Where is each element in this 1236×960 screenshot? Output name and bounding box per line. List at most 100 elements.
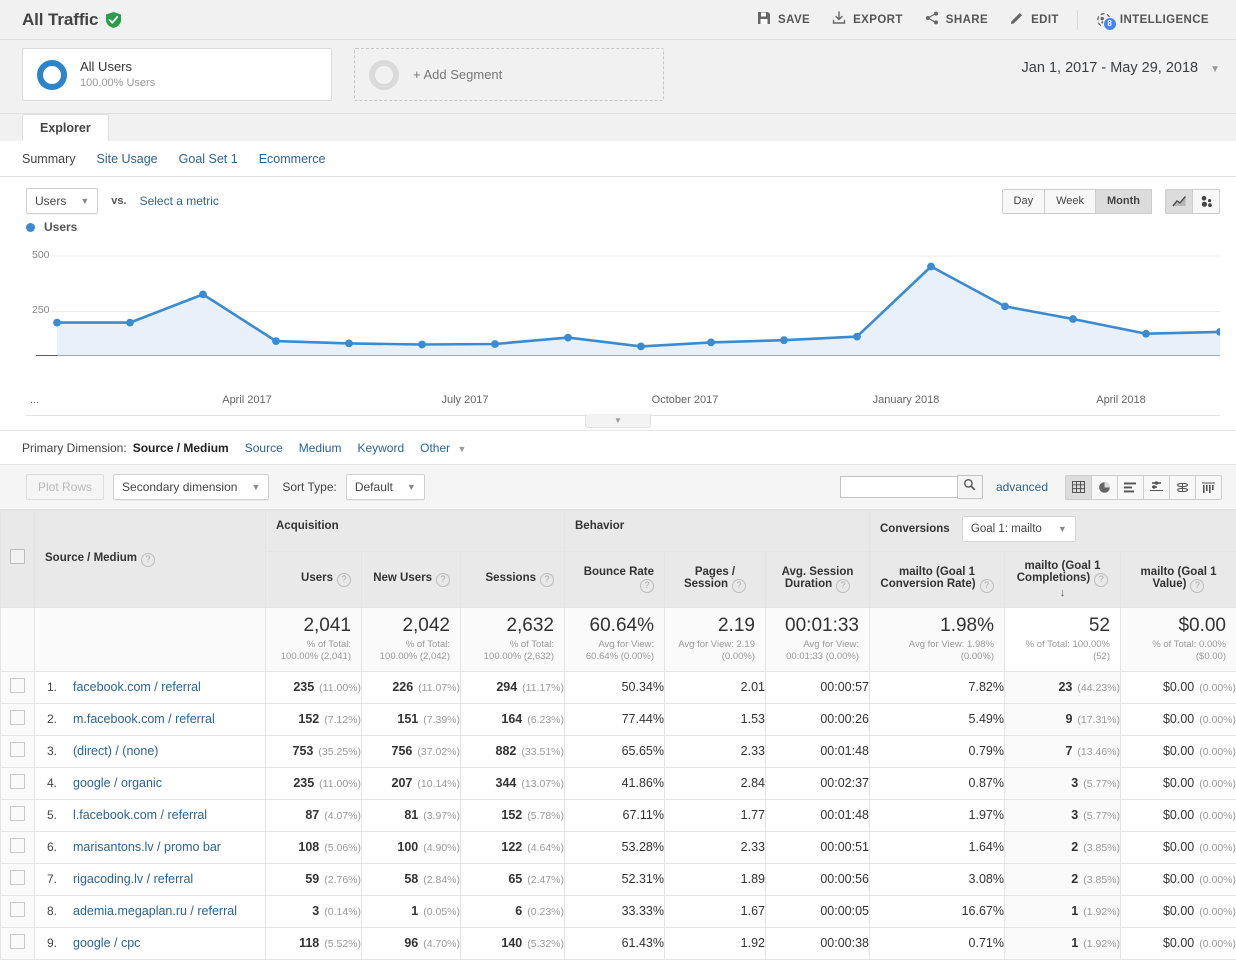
table-row[interactable]: 1.facebook.com / referral235(11.00%)226(… <box>1 671 1236 703</box>
search-input[interactable] <box>840 476 957 498</box>
subtab-goal-set-1[interactable]: Goal Set 1 <box>179 152 238 166</box>
row-select-cell[interactable] <box>1 703 35 735</box>
granularity-week[interactable]: Week <box>1044 189 1096 214</box>
column-header-avg-session-duration[interactable]: Avg. Session Duration? <box>766 552 870 608</box>
date-range-picker[interactable]: Jan 1, 2017 - May 29, 2018 ▼ <box>1022 48 1220 76</box>
row-select-cell[interactable] <box>1 735 35 767</box>
table-row[interactable]: 8.ademia.megaplan.ru / referral3(0.14%)1… <box>1 895 1236 927</box>
subtab-site-usage[interactable]: Site Usage <box>96 152 157 166</box>
search-button[interactable] <box>957 475 983 499</box>
table-row[interactable]: 5.l.facebook.com / referral87(4.07%)81(3… <box>1 799 1236 831</box>
primary-dimension-other[interactable]: Other ▼ <box>420 441 466 455</box>
row-dimension-link[interactable]: l.facebook.com / referral <box>73 808 207 822</box>
primary-dimension-medium[interactable]: Medium <box>299 441 342 455</box>
pie-view-icon[interactable] <box>1091 475 1118 500</box>
row-checkbox[interactable] <box>10 710 25 725</box>
column-header-goal-completions[interactable]: mailto (Goal 1 Completions)?↓ <box>1005 552 1121 608</box>
save-button[interactable]: SAVE <box>746 5 821 35</box>
chevron-down-icon: ▼ <box>251 482 260 492</box>
help-icon[interactable]: ? <box>980 579 994 593</box>
table-row[interactable]: 2.m.facebook.com / referral152(7.12%)151… <box>1 703 1236 735</box>
help-icon[interactable]: ? <box>540 573 554 587</box>
column-header-users[interactable]: Users? <box>266 552 362 608</box>
row-dimension-link[interactable]: (direct) / (none) <box>73 744 158 758</box>
help-icon[interactable]: ? <box>436 573 450 587</box>
column-header-pages-session[interactable]: Pages / Session? <box>665 552 766 608</box>
column-header-goal-value[interactable]: mailto (Goal 1 Value)? <box>1121 552 1236 608</box>
table-view-icon[interactable] <box>1065 475 1092 500</box>
row-select-cell[interactable] <box>1 927 35 959</box>
motion-chart-icon[interactable] <box>1192 189 1220 214</box>
row-checkbox[interactable] <box>10 678 25 693</box>
help-icon[interactable]: ? <box>337 573 351 587</box>
tab-explorer[interactable]: Explorer <box>22 114 109 141</box>
users-trend-chart[interactable]: 500 250 <box>26 242 1220 392</box>
select-a-metric-link[interactable]: Select a metric <box>140 194 219 208</box>
column-header-bounce-rate[interactable]: Bounce Rate? <box>565 552 665 608</box>
table-row[interactable]: 7.rigacoding.lv / referral59(2.76%)58(2.… <box>1 863 1236 895</box>
export-button[interactable]: EXPORT <box>821 5 914 35</box>
row-select-cell[interactable] <box>1 831 35 863</box>
help-icon[interactable]: ? <box>732 579 746 593</box>
metric-select[interactable]: Users ▼ <box>26 188 98 214</box>
intelligence-button[interactable]: 8 INTELLIGENCE <box>1085 5 1220 35</box>
table-row[interactable]: 3.(direct) / (none)753(35.25%)756(37.02%… <box>1 735 1236 767</box>
row-checkbox[interactable] <box>10 774 25 789</box>
edit-button[interactable]: EDIT <box>999 5 1070 35</box>
help-icon[interactable]: ? <box>141 553 155 567</box>
help-icon[interactable]: ? <box>1094 573 1108 587</box>
row-select-cell[interactable] <box>1 799 35 831</box>
column-header-source-medium[interactable]: Source / Medium? <box>35 511 266 608</box>
advanced-link[interactable]: advanced <box>996 480 1048 494</box>
row-checkbox[interactable] <box>10 934 25 949</box>
plot-rows-button[interactable]: Plot Rows <box>26 474 104 500</box>
table-row[interactable]: 9.google / cpc118(5.52%)96(4.70%)140(5.3… <box>1 927 1236 959</box>
row-dimension-link[interactable]: marisantons.lv / promo bar <box>73 840 221 854</box>
row-dimension-link[interactable]: facebook.com / referral <box>73 680 201 694</box>
add-segment-button[interactable]: + Add Segment <box>354 48 664 101</box>
table-row[interactable]: 6.marisantons.lv / promo bar108(5.06%)10… <box>1 831 1236 863</box>
row-checkbox[interactable] <box>10 838 25 853</box>
row-dimension-link[interactable]: google / organic <box>73 776 162 790</box>
help-icon[interactable]: ? <box>836 579 850 593</box>
bar-view-icon[interactable] <box>1117 475 1144 500</box>
performance-view-icon[interactable] <box>1195 475 1222 500</box>
row-dimension-link[interactable]: rigacoding.lv / referral <box>73 872 193 886</box>
row-select-cell[interactable] <box>1 863 35 895</box>
granularity-month[interactable]: Month <box>1095 189 1152 214</box>
help-icon[interactable]: ? <box>1190 579 1204 593</box>
row-goal-conversion-rate-value: 7.82% <box>969 680 1004 694</box>
column-header-goal-conversion-rate[interactable]: mailto (Goal 1 Conversion Rate)? <box>870 552 1005 608</box>
comparison-view-icon[interactable] <box>1143 475 1170 500</box>
primary-dimension-keyword[interactable]: Keyword <box>357 441 404 455</box>
subtab-ecommerce[interactable]: Ecommerce <box>259 152 326 166</box>
subtab-summary[interactable]: Summary <box>22 152 75 166</box>
row-dimension-link[interactable]: ademia.megaplan.ru / referral <box>73 904 237 918</box>
primary-dimension-source[interactable]: Source <box>245 441 283 455</box>
granularity-day[interactable]: Day <box>1002 189 1046 214</box>
table-row[interactable]: 4.google / organic235(11.00%)207(10.14%)… <box>1 767 1236 799</box>
row-select-cell[interactable] <box>1 671 35 703</box>
segment-all-users[interactable]: All Users 100.00% Users <box>22 48 332 101</box>
select-all-checkbox[interactable] <box>10 549 25 564</box>
secondary-dimension-select[interactable]: Secondary dimension ▼ <box>113 474 269 500</box>
share-button[interactable]: SHARE <box>914 5 999 35</box>
row-checkbox[interactable] <box>10 870 25 885</box>
chart-collapse-handle[interactable]: ▼ <box>585 414 651 428</box>
column-header-new-users[interactable]: New Users? <box>362 552 461 608</box>
pivot-view-icon[interactable] <box>1169 475 1196 500</box>
row-checkbox[interactable] <box>10 742 25 757</box>
select-all-cell[interactable] <box>1 511 35 608</box>
help-icon[interactable]: ? <box>640 579 654 593</box>
row-dimension-link[interactable]: m.facebook.com / referral <box>73 712 215 726</box>
row-select-cell[interactable] <box>1 767 35 799</box>
row-dimension-link[interactable]: google / cpc <box>73 936 140 950</box>
row-select-cell[interactable] <box>1 895 35 927</box>
sort-type-select[interactable]: Default ▼ <box>346 474 425 500</box>
primary-dimension-source-medium[interactable]: Source / Medium <box>133 441 229 455</box>
column-header-sessions[interactable]: Sessions? <box>461 552 565 608</box>
line-chart-icon[interactable] <box>1165 189 1193 214</box>
row-checkbox[interactable] <box>10 902 25 917</box>
goal-select[interactable]: Goal 1: mailto ▼ <box>962 516 1076 542</box>
row-checkbox[interactable] <box>10 806 25 821</box>
